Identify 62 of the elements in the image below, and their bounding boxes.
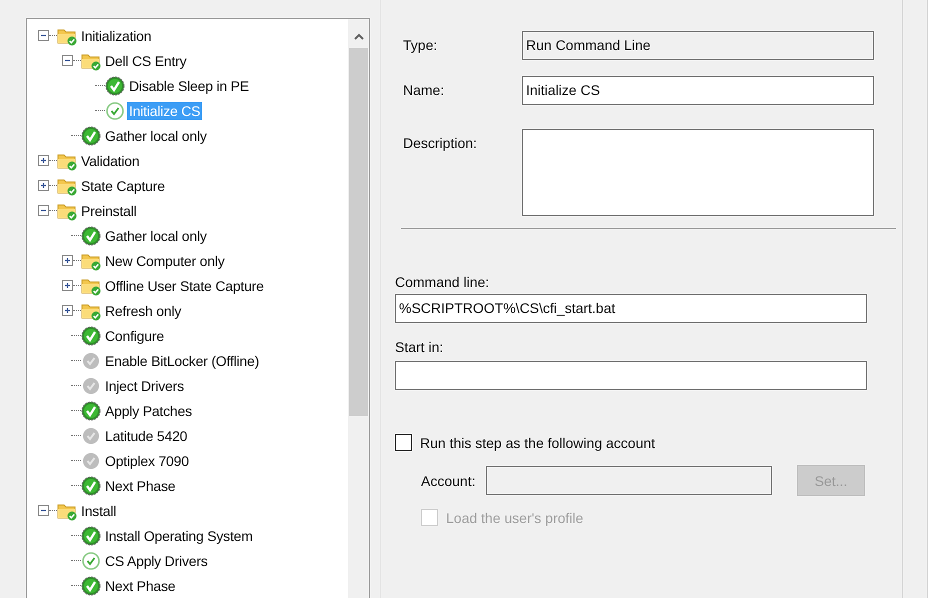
expand-icon[interactable] — [38, 155, 49, 166]
field-label: Name: — [403, 81, 446, 100]
type-field: Run Command Line — [522, 31, 874, 60]
tree-item-label[interactable]: Refresh only — [103, 302, 184, 320]
tree-item-label[interactable]: Dell CS Entry — [103, 52, 188, 70]
check-circle-icon — [81, 350, 101, 370]
scrollbar-thumb[interactable] — [349, 48, 368, 416]
tree-item-label[interactable]: Preinstall — [79, 202, 139, 220]
check-circle-icon — [81, 226, 101, 246]
check-circle-icon — [81, 376, 101, 396]
check-circle-icon — [81, 550, 101, 570]
name-field[interactable]: Initialize CS — [522, 76, 874, 105]
check-circle-icon — [81, 526, 101, 546]
checkbox-label: Load the user's profile — [446, 510, 584, 526]
expand-icon[interactable] — [62, 305, 73, 316]
tree-item-label[interactable]: Enable BitLocker (Offline) — [103, 352, 262, 370]
checkbox-label: Run this step as the following account — [420, 434, 656, 450]
tree-item-label[interactable]: Disable Sleep in PE — [127, 76, 251, 94]
tree-item-label[interactable]: Offline User State Capture — [103, 276, 266, 294]
collapse-icon[interactable] — [38, 505, 49, 516]
expand-icon[interactable] — [62, 255, 73, 266]
start-in-field[interactable] — [395, 361, 867, 390]
check-circle-icon — [81, 450, 101, 470]
command-line-field[interactable]: %SCRIPTROOT%\CS\cfi_start.bat — [395, 294, 867, 323]
field-label: Account: — [421, 472, 476, 488]
tree-item-label[interactable]: Install — [79, 502, 118, 520]
check-circle-icon — [81, 326, 101, 346]
tree-item-label[interactable]: State Capture — [79, 176, 167, 194]
scroll-up-icon[interactable] — [354, 33, 364, 40]
checkbox[interactable] — [395, 434, 412, 451]
tree-item-label[interactable]: Inject Drivers — [103, 376, 186, 394]
tree-item-label[interactable]: Configure — [103, 326, 166, 344]
expand-icon[interactable] — [62, 280, 73, 291]
check-circle-icon — [81, 476, 101, 496]
tree-item-label[interactable]: Latitude 5420 — [103, 426, 190, 444]
scrollbar[interactable] — [348, 19, 369, 598]
tree-item-label[interactable]: Next Phase — [103, 476, 178, 494]
tree-item-label[interactable]: Optiplex 7090 — [103, 452, 191, 470]
tree-item-label[interactable]: Gather local only — [103, 126, 209, 144]
expand-icon[interactable] — [38, 180, 49, 191]
check-circle-icon — [81, 576, 101, 596]
tree-item-label[interactable]: New Computer only — [103, 252, 227, 270]
tree-item-label[interactable]: Next Phase — [103, 576, 178, 594]
check-circle-icon — [81, 126, 101, 146]
tree-item-label[interactable]: Install Operating System — [103, 526, 255, 544]
description-field[interactable] — [522, 129, 874, 216]
field-label: Command line: — [395, 274, 490, 290]
collapse-icon[interactable] — [38, 30, 49, 41]
tree-item-label[interactable]: Apply Patches — [103, 402, 194, 420]
check-circle-icon — [105, 76, 125, 96]
tree-item-label[interactable]: Gather local only — [103, 226, 209, 244]
field-label: Type: — [403, 36, 438, 55]
check-circle-icon — [81, 426, 101, 446]
collapse-icon[interactable] — [62, 55, 73, 66]
tree-item-label[interactable]: Initialization — [79, 26, 154, 44]
check-circle-icon — [105, 100, 125, 120]
field-label: Start in: — [395, 339, 444, 355]
collapse-icon[interactable] — [38, 205, 49, 216]
field-label: Description: — [403, 134, 478, 153]
check-circle-icon — [81, 400, 101, 420]
tree-item-label[interactable]: Validation — [79, 152, 142, 170]
tree-item-label[interactable]: CS Apply Drivers — [103, 552, 210, 570]
